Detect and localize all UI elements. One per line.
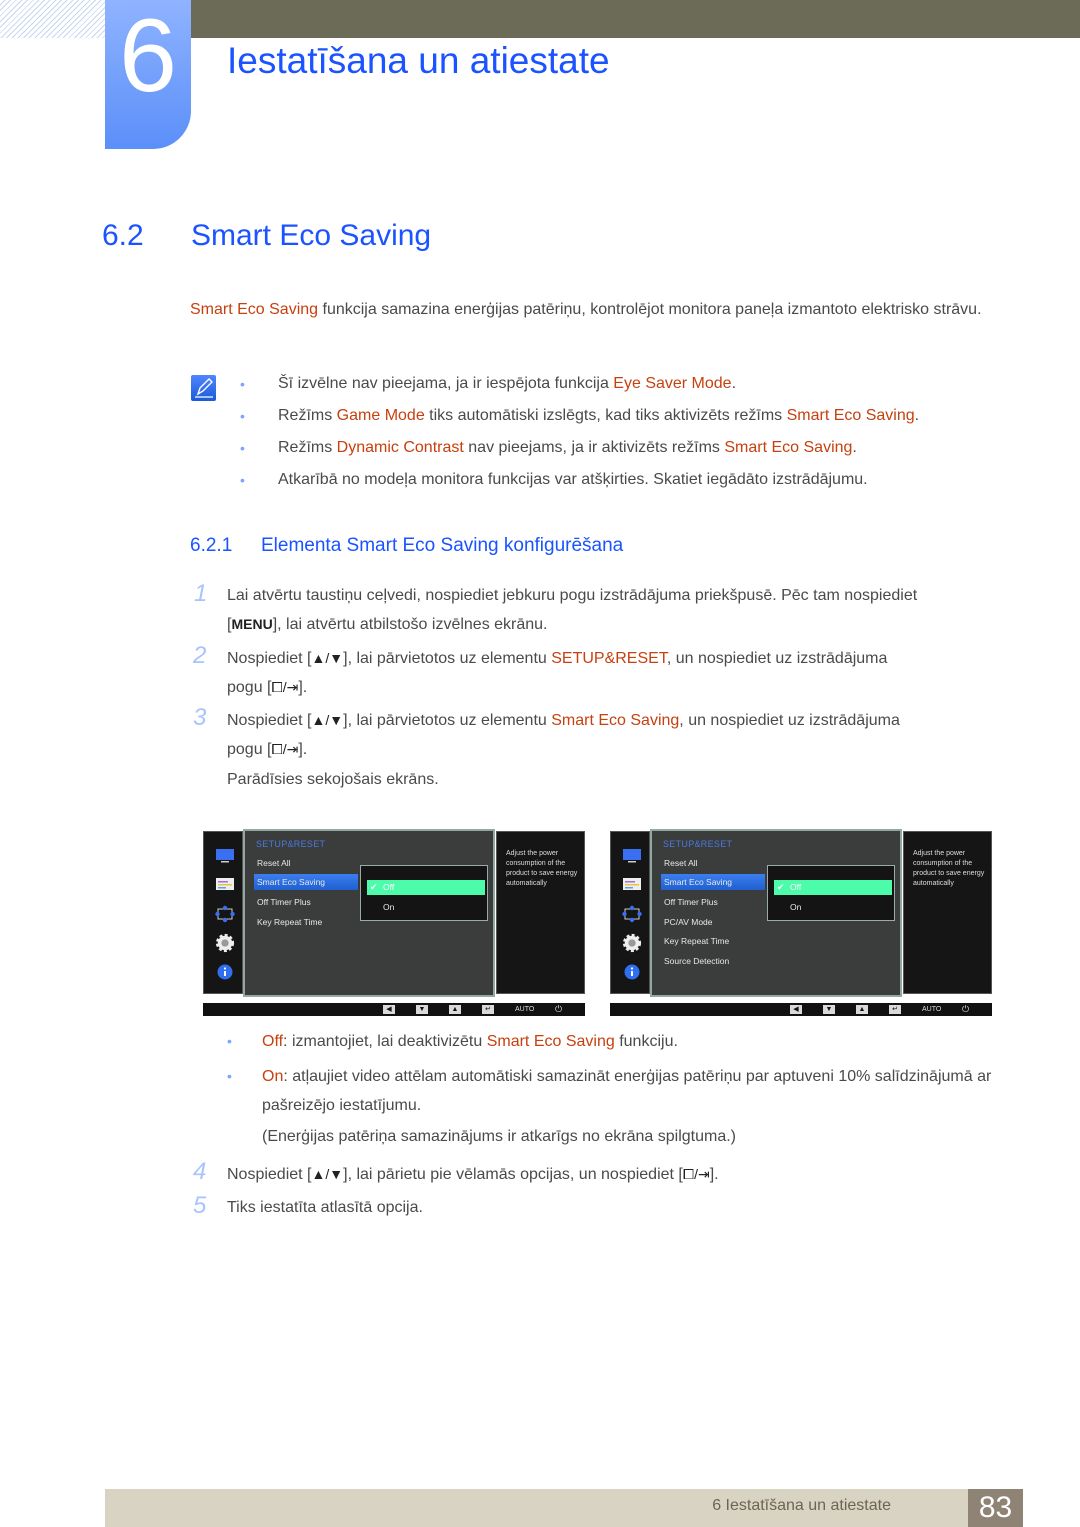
osd-button-bar: ◀ ▼ ▲ ↵ AUTO ⏻: [203, 1003, 585, 1016]
enter-icon[interactable]: ↵: [482, 1005, 494, 1014]
page-number: 83: [968, 1489, 1023, 1527]
step-text: Lai atvērtu taustiņu ceļvedi, nospiediet…: [227, 587, 918, 633]
osd-menu-item[interactable]: Key Repeat Time: [254, 914, 358, 930]
subsection-number: 6.2.1: [190, 535, 233, 556]
chapter-number: 6: [119, 0, 177, 114]
osd-sidebar: [203, 831, 243, 994]
step-number: 5: [193, 1192, 207, 1219]
step-text: Nospiediet [▲/▼], lai pārietu pie vēlamā…: [227, 1160, 1017, 1189]
osd-sidebar: [610, 831, 650, 994]
note-item: Atkarībā no modeļa monitora funkcijas va…: [240, 466, 1020, 498]
left-arrow-icon[interactable]: ◀: [790, 1005, 802, 1014]
osd-menu-item[interactable]: Off Timer Plus: [661, 894, 765, 910]
footer-chapter-label: 6 Iestatīšana un atiestate: [712, 1497, 891, 1514]
section-title: Smart Eco Saving: [191, 219, 432, 252]
osd-menu-item[interactable]: Reset All: [661, 855, 765, 871]
color-icon: [623, 878, 641, 890]
subsection-title: Elementa Smart Eco Saving konfigurēšana: [261, 535, 624, 556]
osd-menu-header: SETUP&RESET: [256, 839, 326, 849]
down-arrow-icon[interactable]: ▼: [416, 1005, 428, 1014]
footer-bar: 6 Iestatīšana un atiestate 83: [105, 1489, 1023, 1527]
enter-icon[interactable]: ↵: [889, 1005, 901, 1014]
settings-gear-icon: [215, 933, 235, 953]
section-number: 6.2: [102, 219, 144, 252]
step-number: 1: [194, 580, 208, 607]
step-text: Tiks iestatīta atlasītā opcija.: [227, 1199, 423, 1216]
source-enter-key-icon: ⧠/⇥: [271, 679, 299, 695]
osd-menu-panel: SETUP&RESET Reset All Smart Eco Saving O…: [243, 829, 495, 997]
header-bar: [190, 0, 1080, 38]
up-down-keys: ▲/▼: [311, 1166, 344, 1182]
osd-menu-header: SETUP&RESET: [663, 839, 733, 849]
step-followup: Parādīsies sekojošais ekrāns.: [227, 771, 439, 788]
checkmark-icon: ✔: [777, 882, 785, 892]
osd-menu-item[interactable]: PC/AV Mode: [661, 914, 765, 930]
osd-option-selected[interactable]: ✔ Off: [774, 880, 892, 895]
step-number: 4: [193, 1158, 207, 1185]
osd-option[interactable]: On: [774, 900, 892, 915]
up-down-keys: ▲/▼: [311, 712, 344, 728]
option-list: Off: izmantojiet, lai deaktivizētu Smart…: [227, 1027, 1017, 1126]
chapter-tab: 6: [105, 0, 191, 149]
info-icon: [217, 964, 233, 980]
osd-description: Adjust the power consumption of the prod…: [506, 850, 578, 887]
note-list: Šī izvēlne nav pieejama, ja ir iespējota…: [240, 370, 1020, 498]
intro-text: funkcija samazina enerģijas patēriņu, ko…: [318, 301, 982, 318]
osd-screen: SETUP&RESET Reset All Smart Eco Saving O…: [610, 829, 992, 1017]
osd-option[interactable]: On: [367, 900, 485, 915]
up-arrow-icon[interactable]: ▲: [449, 1005, 461, 1014]
step-number: 2: [193, 642, 207, 669]
picture-icon: [623, 849, 641, 863]
osd-screen: SETUP&RESET Reset All Smart Eco Saving O…: [203, 829, 585, 1017]
osd-option-selected[interactable]: ✔ Off: [367, 880, 485, 895]
picture-icon: [216, 849, 234, 863]
checkmark-icon: ✔: [370, 882, 378, 892]
chapter-title: Iestatīšana un atiestate: [227, 40, 610, 81]
left-arrow-icon[interactable]: ◀: [383, 1005, 395, 1014]
osd-button-bar: ◀ ▼ ▲ ↵ AUTO ⏻: [610, 1003, 992, 1016]
step-text: Nospiediet [▲/▼], lai pārvietotos uz ele…: [227, 706, 1017, 764]
menu-key: MENU: [231, 616, 273, 632]
osd-menu-item-selected[interactable]: Smart Eco Saving: [661, 874, 765, 890]
osd-menu-item-selected[interactable]: Smart Eco Saving: [254, 874, 358, 890]
osd-menu-item[interactable]: Off Timer Plus: [254, 894, 358, 910]
osd-option-popup: ✔ Off On: [767, 865, 895, 921]
osd-menu-item[interactable]: Source Detection: [661, 953, 765, 969]
auto-button[interactable]: AUTO: [922, 1004, 941, 1015]
option-item-on: On: atļaujiet video attēlam automātiski …: [227, 1062, 1017, 1120]
settings-gear-icon: [622, 933, 642, 953]
osd-option-popup: ✔ Off On: [360, 865, 488, 921]
option-note: (Enerģijas patēriņa samazinājums ir atka…: [262, 1128, 736, 1145]
step-text: Nospiediet [▲/▼], lai pārvietotos uz ele…: [227, 644, 1017, 702]
source-enter-key-icon: ⧠/⇥: [271, 741, 299, 757]
size-position-icon: [215, 905, 235, 923]
info-icon: [624, 964, 640, 980]
power-icon[interactable]: ⏻: [962, 1003, 969, 1015]
note-item: Režīms Dynamic Contrast nav pieejams, ja…: [240, 434, 1020, 466]
osd-description-panel: Adjust the power consumption of the prod…: [903, 831, 992, 994]
source-enter-key-icon: ⧠/⇥: [682, 1166, 710, 1182]
intro-highlight: Smart Eco Saving: [190, 301, 319, 318]
osd-menu-item[interactable]: Reset All: [254, 855, 358, 871]
osd-description: Adjust the power consumption of the prod…: [913, 850, 985, 887]
osd-menu-panel: SETUP&RESET Reset All Smart Eco Saving O…: [650, 829, 902, 997]
auto-button[interactable]: AUTO: [515, 1004, 534, 1015]
up-down-keys: ▲/▼: [311, 650, 344, 666]
option-item-off: Off: izmantojiet, lai deaktivizētu Smart…: [227, 1027, 1017, 1056]
step-number: 3: [193, 704, 207, 731]
intro-paragraph: Smart Eco Saving funkcija samazina enerģ…: [190, 295, 1020, 324]
power-icon[interactable]: ⏻: [555, 1003, 562, 1015]
osd-description-panel: Adjust the power consumption of the prod…: [496, 831, 585, 994]
decorative-hatch: [0, 0, 105, 38]
color-icon: [216, 878, 234, 890]
note-item: Režīms Game Mode tiks automātiski izslēg…: [240, 402, 1020, 434]
note-pencil-icon: [191, 375, 216, 401]
size-position-icon: [622, 905, 642, 923]
up-arrow-icon[interactable]: ▲: [856, 1005, 868, 1014]
note-item: Šī izvēlne nav pieejama, ja ir iespējota…: [240, 370, 1020, 402]
down-arrow-icon[interactable]: ▼: [823, 1005, 835, 1014]
osd-menu-item[interactable]: Key Repeat Time: [661, 933, 765, 949]
